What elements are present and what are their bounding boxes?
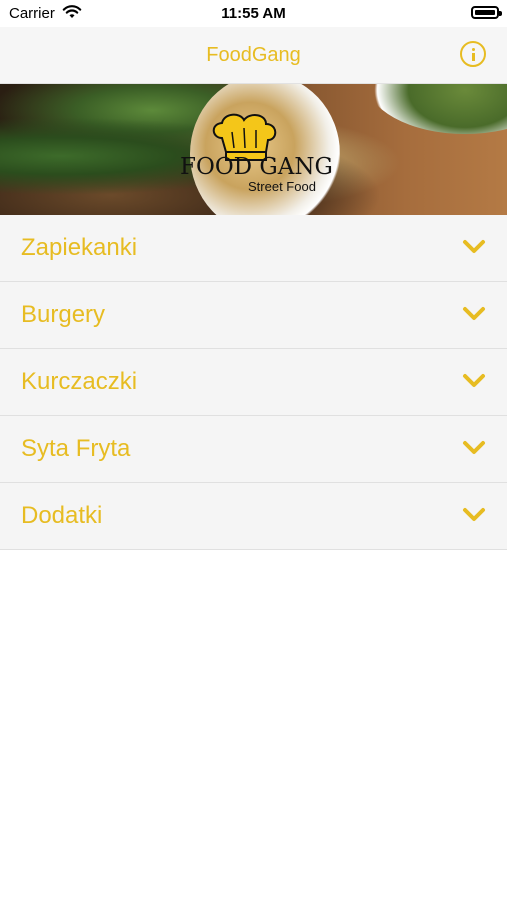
category-label: Kurczaczki: [21, 368, 138, 395]
category-list: Zapiekanki Burgery Kurczaczki Syta Fryta…: [0, 215, 507, 550]
category-row-dodatki[interactable]: Dodatki: [0, 483, 507, 550]
logo-subtitle: Street Food: [248, 179, 316, 194]
status-time: 11:55 AM: [221, 5, 286, 22]
food-plate-image: [365, 84, 507, 134]
category-label: Burgery: [21, 301, 106, 328]
chevron-down-icon: [463, 508, 485, 521]
status-bar: Carrier 11:55 AM: [0, 0, 507, 27]
category-row-kurczaczki[interactable]: Kurczaczki: [0, 349, 507, 416]
logo-title: FOOD GANG: [180, 154, 333, 180]
chevron-down-icon: [463, 441, 485, 454]
category-label: Syta Fryta: [21, 435, 131, 462]
chevron-down-icon: [463, 374, 485, 387]
foodgang-logo: FOOD GANG Street Food: [180, 113, 333, 194]
navigation-bar: FoodGang: [0, 27, 507, 84]
category-row-syta-fryta[interactable]: Syta Fryta: [0, 416, 507, 483]
category-label: Dodatki: [21, 502, 103, 529]
battery-icon: [471, 6, 502, 19]
category-row-zapiekanki[interactable]: Zapiekanki: [0, 215, 507, 282]
category-label: Zapiekanki: [21, 234, 138, 261]
page-title: FoodGang: [206, 44, 301, 66]
chevron-down-icon: [463, 307, 485, 320]
chevron-down-icon: [463, 240, 485, 253]
header-banner-image: FOOD GANG Street Food: [0, 84, 507, 215]
info-icon[interactable]: [460, 41, 486, 67]
category-row-burgery[interactable]: Burgery: [0, 282, 507, 349]
